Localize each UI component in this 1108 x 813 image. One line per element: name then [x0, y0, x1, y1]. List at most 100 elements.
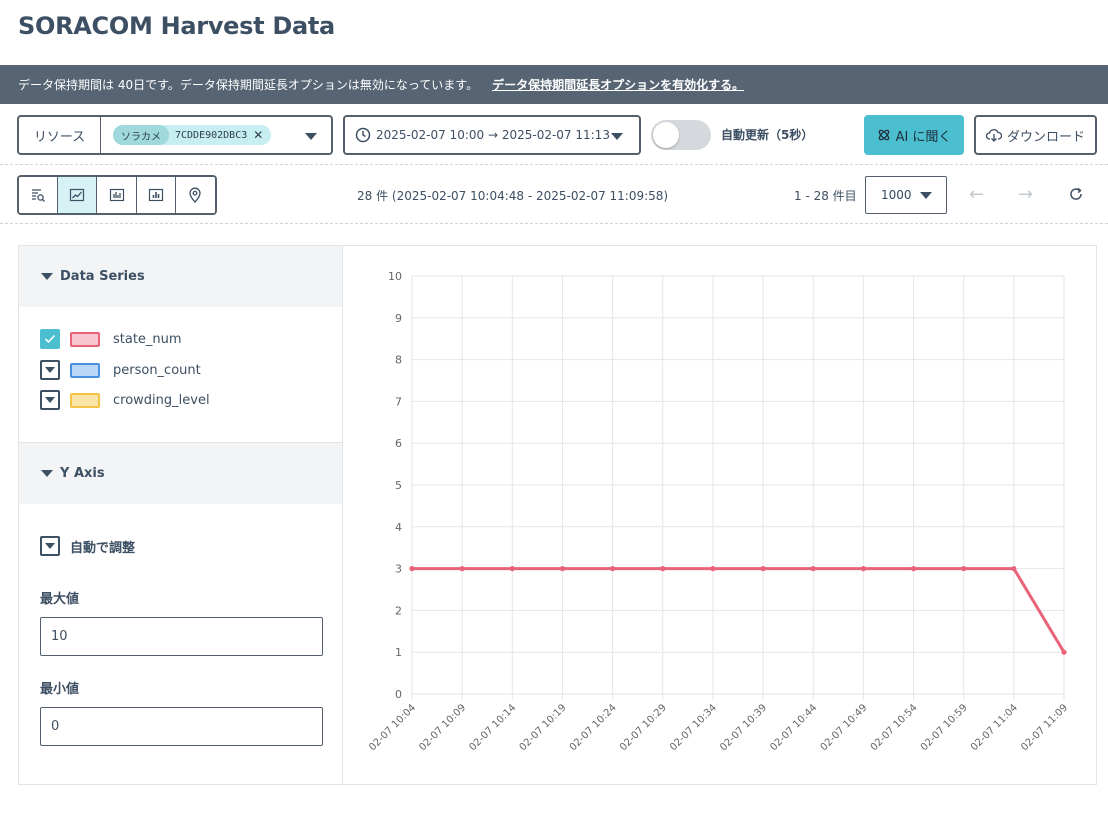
y-axis-title: Y Axis [60, 466, 105, 481]
line-chart: 01234567891002-07 10:04 02-07 10:09 02-07 … [367, 270, 1070, 753]
enable-retention-link[interactable]: データ保持期間延長オプションを有効化する。 [492, 76, 744, 93]
per-page-select[interactable]: 1000 [865, 176, 947, 214]
checkbox-checked-icon[interactable] [40, 329, 60, 349]
bar-chart-icon [109, 188, 124, 202]
chart-panel: Data Series state_num person_count crowd… [18, 245, 1097, 785]
auto-adjust-label: 自動で調整 [70, 540, 136, 556]
data-series-header[interactable]: Data Series [19, 246, 342, 307]
series-dropdown-icon[interactable] [40, 390, 60, 410]
x-tick-label: 02-07 10:49 [819, 702, 870, 753]
max-value-input[interactable] [40, 617, 323, 656]
y-tick-label: 4 [395, 521, 402, 534]
time-range-selector[interactable]: 2025-02-07 10:00 → 2025-02-07 11:13 [343, 115, 641, 155]
data-series-title: Data Series [60, 269, 145, 284]
table-view-button[interactable] [19, 177, 59, 213]
download-button[interactable]: ダウンロード [974, 115, 1097, 155]
divider [0, 164, 1108, 165]
chart-area: 0 1 2 3 4 5 6 7 8 9 10 02-07 10:04 02-07 10:09 02-07 … [344, 246, 1096, 784]
y-tick-label: 8 [395, 354, 402, 367]
per-page-value: 1000 [881, 188, 912, 202]
y-tick-label: 9 [395, 312, 402, 325]
data-point [409, 566, 415, 572]
chevron-down-icon[interactable] [305, 133, 317, 140]
bar-chart-view-button[interactable] [97, 177, 137, 213]
data-point [910, 566, 917, 572]
y-axis-header[interactable]: Y Axis [19, 443, 342, 504]
data-point [660, 566, 666, 572]
series-name: state_num [113, 331, 182, 347]
resource-label: リソース [19, 117, 101, 153]
x-tick-label: 02-07 10:14 [467, 702, 518, 753]
min-label: 最小値 [40, 682, 80, 697]
y-tick-label: 2 [395, 604, 402, 617]
x-tick-label: 02-07 10:44 [768, 702, 819, 753]
retention-banner: データ保持期間は 40日です。データ保持期間延長オプションは無効になっています。… [0, 65, 1108, 104]
resource-chip-id: 7CDDE902DBC3 [175, 129, 248, 141]
min-value-input[interactable] [40, 707, 323, 746]
auto-adjust-dropdown-icon[interactable] [40, 536, 60, 556]
x-tick-label: 02-07 10:09 [417, 702, 468, 753]
auto-refresh-toggle[interactable] [651, 120, 711, 150]
triangle-down-icon [41, 470, 53, 477]
x-tick-label: 02-07 11:09 [1019, 702, 1070, 753]
auto-adjust-toggle[interactable]: 自動で調整 [40, 536, 135, 556]
next-page-button[interactable]: → [1018, 184, 1033, 205]
chevron-down-icon[interactable] [920, 192, 932, 199]
series-dropdown-icon[interactable] [40, 360, 60, 380]
series-item[interactable]: state_num [40, 329, 182, 349]
data-point [509, 566, 515, 572]
column-chart-view-button[interactable] [136, 177, 176, 213]
x-tick-label: 02-07 10:29 [618, 702, 669, 753]
chart-settings-sidebar: Data Series state_num person_count crowd… [19, 246, 343, 784]
data-point [810, 566, 816, 572]
chevron-down-icon[interactable] [611, 133, 623, 140]
x-tick-label: 02-07 10:19 [518, 702, 569, 753]
y-tick-label: 6 [395, 437, 402, 450]
table-search-icon [32, 189, 46, 202]
series-item[interactable]: crowding_level [40, 390, 210, 410]
ask-ai-label: AI に聞く [895, 129, 952, 145]
y-tick-label: 7 [395, 395, 402, 408]
y-tick-label: 1 [395, 646, 402, 659]
prev-page-button[interactable]: ← [969, 184, 984, 205]
x-tick-label: 02-07 10:34 [668, 702, 719, 753]
x-tick-label: 02-07 11:04 [969, 702, 1020, 753]
view-switcher [17, 175, 217, 215]
ask-ai-button[interactable]: AI に聞く [864, 115, 964, 155]
max-label: 最大値 [40, 592, 80, 607]
series-name: crowding_level [113, 392, 210, 408]
series-color-swatch [70, 392, 100, 408]
x-tick-label: 02-07 10:54 [869, 702, 920, 753]
line-chart-view-button[interactable] [58, 177, 98, 213]
toggle-knob [653, 122, 679, 148]
page-range: 1 - 28 件目 [794, 189, 857, 203]
cloud-download-icon [985, 129, 1002, 142]
clock-icon [355, 127, 371, 143]
resource-chip-type: ソラカメ [113, 125, 169, 145]
x-tick-label: 02-07 10:04 [367, 702, 418, 753]
x-tick-label: 02-07 10:59 [919, 702, 970, 753]
data-point [961, 566, 967, 572]
resource-chip: ソラカメ 7CDDE902DBC3 ✕ [113, 125, 272, 145]
time-range-text: 2025-02-07 10:00 → 2025-02-07 11:13 [376, 128, 610, 142]
data-point [559, 566, 566, 572]
data-point [1061, 649, 1067, 655]
data-point [459, 566, 465, 572]
data-point [860, 566, 866, 572]
y-tick-label: 5 [395, 479, 402, 492]
series-color-swatch [70, 331, 100, 347]
download-label: ダウンロード [1006, 129, 1085, 145]
remove-resource-icon[interactable]: ✕ [253, 128, 263, 142]
auto-refresh-label: 自動更新（5秒） [721, 128, 814, 142]
record-count: 28 件 (2025-02-07 10:04:48 - 2025-02-07 1… [357, 189, 669, 203]
series-item[interactable]: person_count [40, 360, 201, 380]
banner-message: データ保持期間は 40日です。データ保持期間延長オプションは無効になっています。 [18, 78, 479, 92]
divider [0, 223, 1108, 224]
series-name: person_count [113, 362, 201, 378]
x-tick-label: 02-07 10:24 [568, 702, 619, 753]
map-view-button[interactable] [175, 177, 215, 213]
series-color-swatch [70, 362, 100, 378]
y-tick-label: 10 [388, 270, 402, 283]
refresh-icon[interactable] [1068, 186, 1084, 202]
resource-selector[interactable]: リソース ソラカメ 7CDDE902DBC3 ✕ [17, 115, 333, 155]
